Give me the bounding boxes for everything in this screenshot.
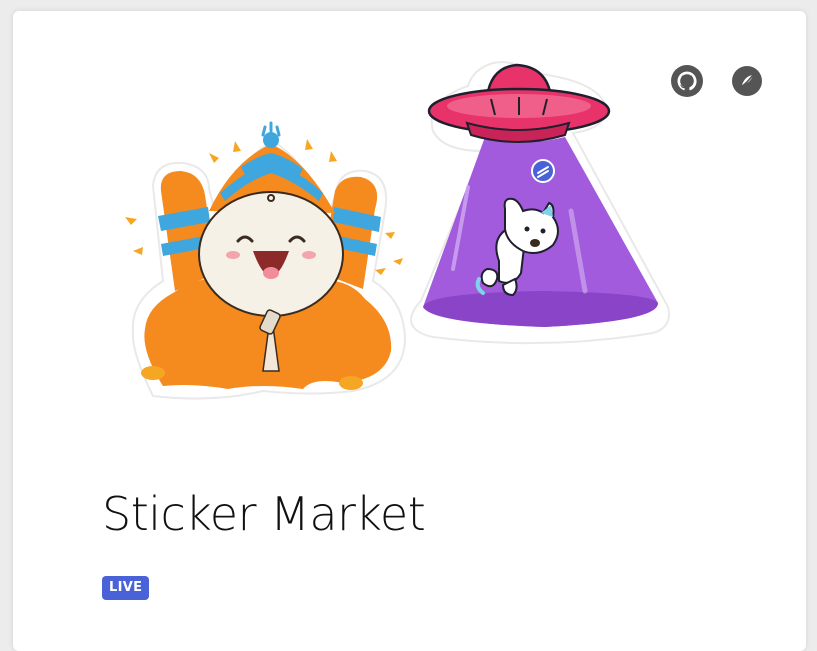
project-card: Sticker Market LIVE — [13, 11, 806, 651]
github-icon — [671, 65, 703, 97]
project-title: Sticker Market — [102, 487, 426, 541]
ufo-cat-sticker — [409, 61, 670, 345]
website-link[interactable] — [731, 65, 763, 97]
status-badge: LIVE — [102, 576, 150, 600]
website-icon — [732, 66, 762, 96]
hooded-character-sticker — [125, 121, 407, 400]
github-link[interactable] — [671, 65, 703, 97]
